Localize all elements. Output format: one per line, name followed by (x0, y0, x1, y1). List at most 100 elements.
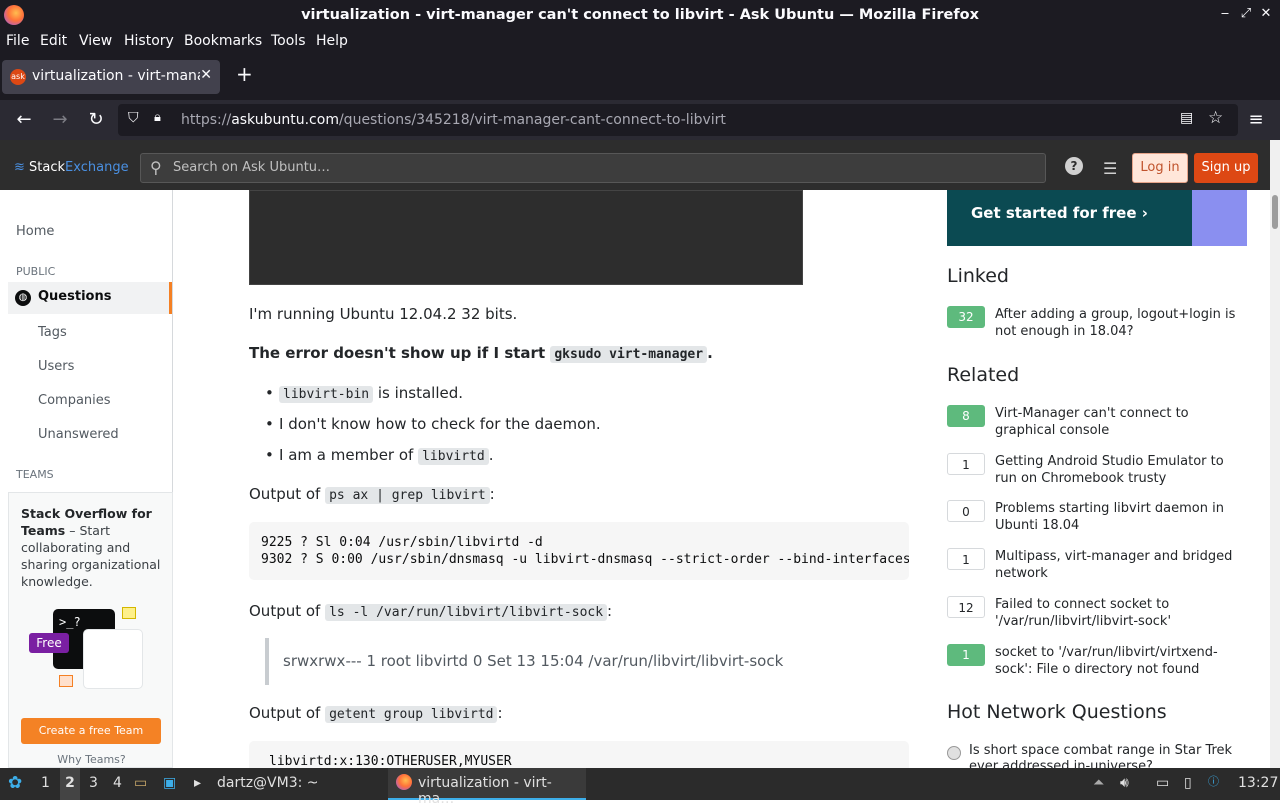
desktop-1[interactable]: 1 (41, 775, 50, 791)
scrollbar-thumb[interactable] (1272, 195, 1278, 229)
score-badge: 1 (947, 644, 985, 666)
score-badge: 1 (947, 453, 985, 475)
sidebar-item-users[interactable]: Users (38, 359, 74, 374)
updates-icon[interactable]: ⓘ (1208, 773, 1219, 789)
related-question-title[interactable]: Failed to connect socket to '/var/run/li… (995, 596, 1245, 630)
teams-free-badge: Free (29, 633, 69, 653)
page-scrollbar[interactable] (1270, 140, 1280, 768)
site-switcher-icon[interactable]: ☰ (1103, 159, 1117, 178)
reader-view-icon[interactable]: ▤ (1180, 110, 1193, 126)
sidebar-item-label: Questions (38, 289, 112, 304)
minimize-button[interactable]: ‒ (1217, 6, 1233, 21)
tray-arrow-icon[interactable]: ⏶ (1093, 775, 1104, 791)
url-text[interactable]: https://askubuntu.com/questions/345218/v… (181, 112, 726, 128)
sidebar-item-unanswered[interactable]: Unanswered (38, 427, 119, 442)
list-item: libvirt-bin is installed. (265, 384, 463, 403)
code-line: 9225 ? Sl 0:04 /usr/sbin/libvirtd -d (261, 535, 543, 550)
why-teams-link[interactable]: Why Teams? (9, 753, 174, 766)
sidebar-section-public: PUBLIC (16, 265, 56, 278)
site-search-input[interactable]: ⚲ Search on Ask Ubuntu… (140, 153, 1046, 183)
file-manager-icon[interactable]: ▭ (134, 775, 147, 791)
bookmark-star-icon[interactable]: ☆ (1208, 108, 1223, 128)
url-bar[interactable]: ⛉ 🔒︎ https://askubuntu.com/questions/345… (118, 104, 1238, 136)
related-heading: Related (947, 364, 1020, 386)
app-launcher-icon[interactable]: ✿ (8, 773, 22, 793)
score-badge: 32 (947, 306, 985, 328)
menu-view[interactable]: View (79, 33, 112, 49)
score-badge: 12 (947, 596, 985, 618)
reload-icon[interactable]: ↻ (85, 109, 107, 130)
related-question-title[interactable]: socket to '/var/run/libvirt/virtxend-soc… (995, 644, 1245, 678)
close-window-button[interactable]: ✕ (1258, 6, 1274, 21)
related-question-title[interactable]: Getting Android Studio Emulator to run o… (995, 453, 1245, 487)
tab-askubuntu[interactable]: ask virtualization - virt-manager ✕ (2, 60, 220, 94)
back-arrow-icon[interactable]: ← (13, 109, 35, 130)
clipboard-icon[interactable]: ▯ (1184, 775, 1192, 791)
menu-tools[interactable]: Tools (271, 33, 306, 49)
blockquote: srwxrwx--- 1 root libvirtd 0 Set 13 15:0… (265, 638, 905, 685)
desktop-3[interactable]: 3 (89, 775, 98, 791)
globe-icon: ◍ (15, 290, 31, 306)
teams-ad-banner[interactable]: Get started for free › (947, 190, 1247, 246)
desktop-2[interactable]: 2 (60, 768, 80, 800)
ad-text: Get started for free › (971, 204, 1148, 222)
desktop-icon[interactable]: ▣ (163, 775, 176, 791)
sidebar-item-companies[interactable]: Companies (38, 393, 111, 408)
linked-heading: Linked (947, 265, 1009, 287)
window-titlebar: virtualization - virt-manager can't conn… (0, 0, 1280, 30)
score-badge: 1 (947, 548, 985, 570)
post-paragraph: I'm running Ubuntu 12.04.2 32 bits. (249, 305, 518, 323)
volume-icon[interactable]: 🔊︎ (1120, 775, 1129, 791)
teams-illustration: >_? Free (29, 599, 149, 695)
menu-bookmarks[interactable]: Bookmarks (184, 33, 262, 49)
maximize-button[interactable]: ⤢ (1238, 6, 1254, 21)
post-paragraph: Output of ls -l /var/run/libvirt/libvirt… (249, 602, 613, 621)
menu-edit[interactable]: Edit (40, 33, 67, 49)
login-button[interactable]: Log in (1132, 153, 1188, 183)
signup-button[interactable]: Sign up (1194, 153, 1258, 183)
hot-network-question[interactable]: Is short space combat range in Star Trek… (969, 743, 1239, 768)
terminal-icon[interactable]: ▸ (194, 775, 201, 791)
chat-bubble-icon (59, 675, 73, 687)
screenshot-image (249, 190, 803, 285)
post-paragraph: Output of getent group libvirtd: (249, 704, 503, 723)
related-question-title[interactable]: Problems starting libvirt daemon in Ubun… (995, 500, 1245, 534)
taskbar-firefox[interactable]: virtualization - virt-ma… (388, 768, 586, 807)
post-paragraph-bold: The error doesn't show up if I start gks… (249, 344, 713, 363)
desktop-4[interactable]: 4 (113, 775, 122, 791)
code-block: libvirtd:x:130:OTHERUSER,MYUSER (249, 741, 909, 768)
related-question-title[interactable]: Virt-Manager can't connect to graphical … (995, 405, 1245, 439)
chat-bubble-icon (122, 607, 136, 619)
taskbar: ✿ 1 2 3 4 ▭ ▣ ▸ dartz@VM3: ~ virtualizat… (0, 768, 1280, 807)
menu-file[interactable]: File (6, 33, 29, 49)
linked-question-title[interactable]: After adding a group, logout+login is no… (995, 306, 1245, 340)
lock-icon[interactable]: 🔒︎ (154, 110, 161, 125)
hot-network-heading: Hot Network Questions (947, 701, 1167, 723)
tab-close-icon[interactable]: ✕ (200, 67, 212, 83)
taskbar-terminal[interactable]: dartz@VM3: ~ (217, 775, 319, 791)
list-item: I am a member of libvirtd. (265, 446, 494, 465)
navigation-toolbar: ← → ↻ ⛉ 🔒︎ https://askubuntu.com/questio… (0, 100, 1280, 140)
network-icon[interactable]: ▭ (1156, 775, 1169, 791)
code-block: 9225 ? Sl 0:04 /usr/sbin/libvirtd -d 9302… (249, 522, 909, 580)
sidebar-item-tags[interactable]: Tags (38, 325, 67, 340)
clock[interactable]: 13:27 (1238, 775, 1278, 791)
sidebar-item-home[interactable]: Home (16, 224, 54, 239)
create-free-team-button[interactable]: Create a free Team (21, 718, 161, 744)
menu-history[interactable]: History (124, 33, 174, 49)
shield-icon[interactable]: ⛉ (128, 110, 139, 126)
sidebar-item-questions[interactable]: ◍ Questions (8, 282, 172, 314)
help-icon[interactable]: ? (1065, 157, 1083, 175)
left-sidebar: Home PUBLIC ◍ Questions Tags Users Compa… (0, 190, 173, 768)
forward-arrow-icon[interactable]: → (49, 109, 71, 130)
code-line: 9302 ? S 0:00 /usr/sbin/dnsmasq -u libvi… (261, 552, 909, 567)
new-tab-button[interactable]: + (236, 62, 253, 86)
related-question-title[interactable]: Multipass, virt-manager and bridged netw… (995, 548, 1245, 582)
teams-checklist-graphic (83, 629, 143, 689)
stackexchange-logo[interactable]: ≋ StackExchange (14, 160, 129, 175)
site-favicon-icon (947, 746, 961, 760)
askubuntu-favicon-icon: ask (10, 69, 26, 85)
hamburger-menu-icon[interactable]: ≡ (1245, 109, 1267, 130)
teams-promo-text: Stack Overflow for Teams – Start collabo… (21, 506, 161, 589)
menu-help[interactable]: Help (316, 33, 348, 49)
